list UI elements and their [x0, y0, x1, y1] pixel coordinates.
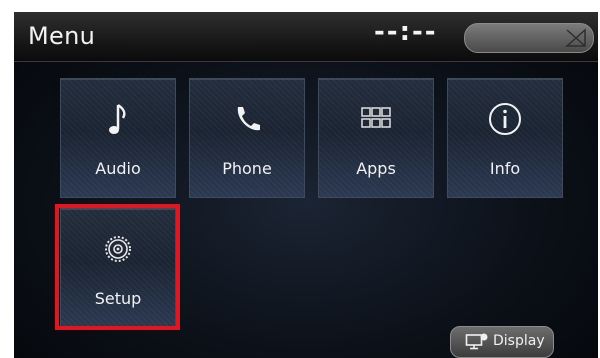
audio-tile[interactable]: Audio: [60, 78, 176, 198]
no-signal-icon: [565, 28, 586, 47]
phone-label: Phone: [222, 159, 272, 178]
phone-tile[interactable]: Phone: [189, 78, 305, 198]
audio-label: Audio: [95, 159, 141, 178]
display-label: Display: [493, 333, 545, 349]
display-button[interactable]: Display: [450, 326, 554, 358]
apps-label: Apps: [356, 159, 396, 178]
phone-icon: [237, 107, 260, 131]
info-label: Info: [489, 159, 521, 178]
display-icon: [465, 333, 488, 350]
apps-grid-icon: [361, 107, 391, 128]
setup-highlight-frame: [55, 204, 180, 330]
head-unit-screen: Menu --:-- Audio Phone Apps Info Setup D…: [14, 12, 598, 358]
title-bar: Menu --:--: [14, 12, 598, 62]
apps-tile[interactable]: Apps: [318, 78, 434, 198]
music-note-icon: [109, 103, 126, 134]
info-icon: [489, 103, 521, 135]
info-tile[interactable]: Info: [447, 78, 563, 198]
status-indicator: [464, 23, 594, 53]
page-title: Menu: [28, 22, 96, 50]
clock-display: --:--: [374, 17, 438, 47]
